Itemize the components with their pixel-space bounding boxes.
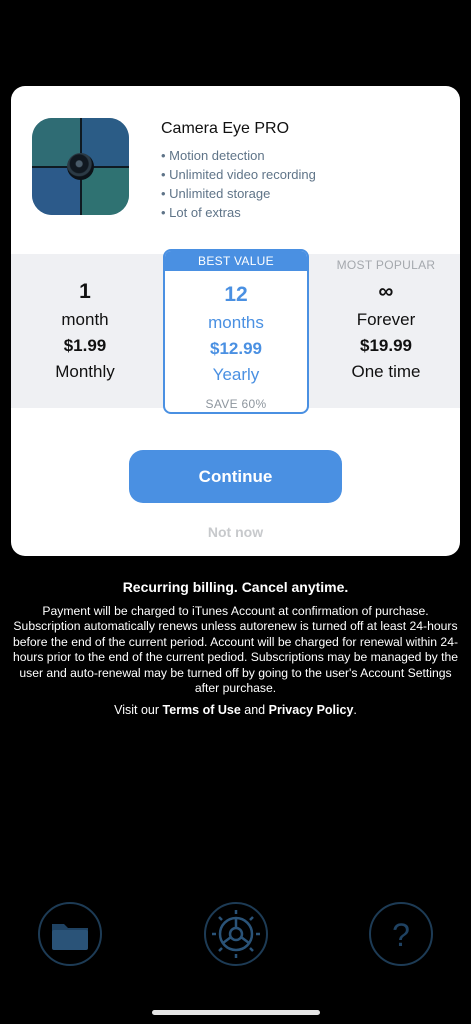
folder-icon [52,924,88,950]
plan-period: Monthly [55,362,115,381]
plan-period: One time [351,362,421,381]
save-label: SAVE 60% [205,397,267,411]
most-popular-badge: MOST POPULAR [336,258,436,272]
plan-price: $19.99 [360,336,412,355]
legal-links: Visit our Terms of Use and Privacy Polic… [0,703,471,717]
legal-prefix: Visit our [114,703,160,717]
not-now-button[interactable]: Not now [11,524,460,540]
home-indicator[interactable] [152,1010,320,1015]
terms-of-use-link[interactable]: Terms of Use [163,703,241,717]
plan-price: $12.99 [210,339,262,358]
plan-unit: month [61,310,109,329]
privacy-policy-link[interactable]: Privacy Policy [269,703,354,717]
plan-number: ∞ [378,280,394,303]
help-icon: ? [392,917,410,953]
plan-forever[interactable]: MOST POPULAR ∞ Forever $19.99 One time [312,254,460,408]
best-value-badge: BEST VALUE [165,251,307,271]
continue-button[interactable]: Continue [129,450,342,503]
plan-unit: months [208,313,264,332]
legal-suffix: . [353,703,357,717]
plan-monthly[interactable]: 1 month $1.99 Monthly [11,254,159,408]
settings-button[interactable] [204,902,268,966]
app-logo [32,118,129,215]
feature-item: Lot of extras [161,203,316,222]
plan-number: 12 [224,283,248,306]
plan-period: Yearly [212,365,260,384]
billing-text: Payment will be charged to iTunes Accoun… [12,604,459,696]
plan-price: $1.99 [63,336,107,355]
feature-item: Unlimited storage [161,184,316,203]
help-glyph: ? [392,917,410,953]
feature-list: Motion detection Unlimited video recordi… [161,146,316,222]
plan-unit: Forever [356,310,416,329]
app-title: Camera Eye PRO [161,120,290,137]
billing-heading: Recurring billing. Cancel anytime. [122,579,349,595]
plan-yearly[interactable]: BEST VALUE 12 months $12.99 Yearly SAVE … [163,249,309,414]
folder-button[interactable] [38,902,102,966]
settings-icon [212,910,260,958]
feature-item: Motion detection [161,146,316,165]
subscription-card: Camera Eye PRO Motion detection Unlimite… [11,86,460,556]
feature-item: Unlimited video recording [161,165,316,184]
camera-lens-icon [67,153,94,180]
legal-and: and [244,703,266,717]
help-button[interactable]: ? [369,902,433,966]
plan-number: 1 [79,280,91,303]
